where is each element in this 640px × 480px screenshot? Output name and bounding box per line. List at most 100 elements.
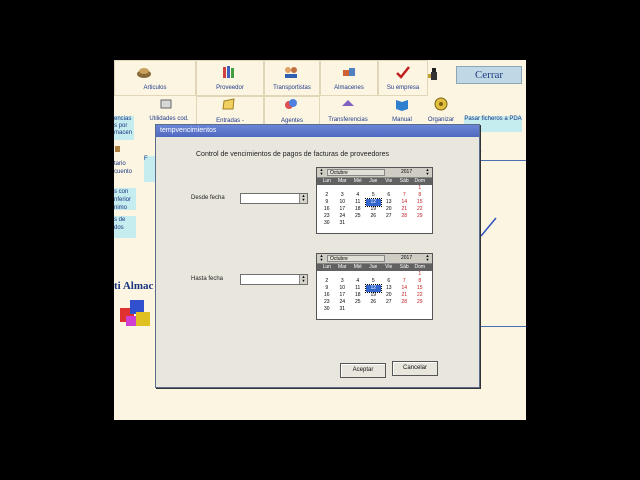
day-cell[interactable]: 2 <box>319 278 335 285</box>
tile-su-empresa[interactable]: Su empresa <box>378 60 428 96</box>
year-value: 2017 <box>401 255 413 261</box>
tile-articulos[interactable]: Articulos <box>114 60 196 96</box>
utilidades-icon <box>160 99 172 109</box>
day-cell[interactable]: 1 <box>412 271 428 278</box>
tile-proveedor[interactable]: Proveedor <box>196 60 264 96</box>
left-item-1[interactable]: encias s por macen <box>114 116 134 140</box>
day-cell[interactable]: 22 <box>412 206 428 213</box>
hasta-date-field[interactable]: ▲ ▼ <box>240 274 308 285</box>
hasta-calendar[interactable]: ▲ ▼ Octubre 2017 ▲ ▼ Lun Mar Mié Jue Vie Sáb Dom 1 2 3 4… <box>316 253 433 320</box>
day-cell[interactable]: 21 <box>397 292 413 299</box>
day-cell[interactable]: 19 <box>366 292 382 299</box>
day-cell[interactable]: 17 <box>335 206 351 213</box>
day-cell[interactable]: 11 <box>350 285 366 292</box>
desde-calendar[interactable]: ▲ ▼ Octubre 2017 ▲ ▼ Lun Mar Mié Jue Vie Sáb Dom 1 2 3 4… <box>316 167 433 234</box>
day-cell[interactable]: 9 <box>319 285 335 292</box>
day-cell[interactable]: 30 <box>319 306 335 313</box>
day-cell[interactable]: 15 <box>412 199 428 206</box>
left-item-4[interactable]: s de dos <box>114 216 136 238</box>
day-cell[interactable]: 8 <box>412 278 428 285</box>
day-cell[interactable]: 17 <box>335 292 351 299</box>
day-cell[interactable]: 13 <box>381 199 397 206</box>
day-cell[interactable]: 1 <box>412 185 428 192</box>
day-cell[interactable]: 25 <box>350 299 366 306</box>
day-cell[interactable]: 16 <box>319 206 335 213</box>
left-item-3-line-1: s con <box>114 189 129 195</box>
desde-date-field[interactable]: ▲ ▼ <box>240 193 308 204</box>
day-cell[interactable]: 7 <box>397 278 413 285</box>
day-cell[interactable]: 23 <box>319 213 335 220</box>
day-cell[interactable]: 23 <box>319 299 335 306</box>
year-spinner-icon[interactable]: ▲ ▼ <box>424 254 431 263</box>
day-cell[interactable]: 28 <box>397 213 413 220</box>
day-cell[interactable]: 6 <box>381 278 397 285</box>
day-cell[interactable]: 29 <box>412 299 428 306</box>
aceptar-button[interactable]: Aceptar <box>340 363 386 378</box>
day-cell[interactable]: 24 <box>335 213 351 220</box>
day-cell[interactable]: 22 <box>412 292 428 299</box>
day-cell[interactable]: 26 <box>366 299 382 306</box>
tile-almacenes[interactable]: Almacenes <box>320 60 378 96</box>
day-cell[interactable]: 8 <box>412 192 428 199</box>
day-cell[interactable]: 27 <box>381 213 397 220</box>
day-cell[interactable]: 3 <box>335 192 351 199</box>
day-cell[interactable]: 4 <box>350 278 366 285</box>
left-item-3[interactable]: s con nferior nimo <box>114 188 136 211</box>
day-cell[interactable]: 14 <box>397 285 413 292</box>
day-cell[interactable]: 29 <box>412 213 428 220</box>
prev-month-icon[interactable]: ▲ ▼ <box>318 254 325 263</box>
selected-day[interactable]: 12 <box>364 284 382 293</box>
day-cell[interactable]: 13 <box>381 285 397 292</box>
day-cell[interactable]: 5 <box>366 192 382 199</box>
day-cell[interactable]: 18 <box>350 292 366 299</box>
day-cell[interactable]: 4 <box>350 192 366 199</box>
day-cell[interactable]: 16 <box>319 292 335 299</box>
tile-transferencias[interactable]: Transferencias <box>320 96 376 126</box>
selected-day[interactable]: 12 <box>364 198 382 207</box>
day-cell[interactable]: 31 <box>335 306 351 313</box>
person-icon[interactable] <box>426 66 442 82</box>
day-cell[interactable]: 10 <box>335 285 351 292</box>
entradas-icon <box>222 98 235 110</box>
day-cell[interactable]: 21 <box>397 206 413 213</box>
tile-utilidades[interactable]: Utilidades cod. <box>144 96 194 126</box>
day-cell[interactable]: 2 <box>319 192 335 199</box>
month-select[interactable]: Octubre <box>327 255 385 262</box>
day-cell[interactable]: 18 <box>350 206 366 213</box>
month-select[interactable]: Octubre <box>327 169 385 176</box>
cerrar-button[interactable]: Cerrar <box>456 66 522 84</box>
day-cell[interactable]: 20 <box>381 206 397 213</box>
tile-manual[interactable]: Manual <box>378 96 426 126</box>
left-item-2-icon <box>115 146 120 152</box>
dialog-titlebar[interactable]: tempvencimientos <box>156 125 479 137</box>
day-cell[interactable]: 15 <box>412 285 428 292</box>
hasta-spinner-icon[interactable]: ▲ ▼ <box>299 275 307 284</box>
day-cell[interactable]: 5 <box>366 278 382 285</box>
day-cell[interactable]: 10 <box>335 199 351 206</box>
day-cell[interactable]: 11 <box>350 199 366 206</box>
day-cell[interactable]: 25 <box>350 213 366 220</box>
day-cell[interactable]: 7 <box>397 192 413 199</box>
tile-organizar[interactable]: Organizar <box>424 96 458 126</box>
day-cell[interactable]: 9 <box>319 199 335 206</box>
day-cell[interactable]: 27 <box>381 299 397 306</box>
left-item-4-line-2: dos <box>114 225 124 231</box>
prev-month-icon[interactable]: ▲ ▼ <box>318 168 325 177</box>
day-cell[interactable]: 6 <box>381 192 397 199</box>
day-cell[interactable]: 31 <box>335 220 351 227</box>
tile-transportistas[interactable]: Transportistas <box>264 60 320 96</box>
day-cell[interactable]: 3 <box>335 278 351 285</box>
year-spinner-icon[interactable]: ▲ ▼ <box>424 168 431 177</box>
day-cell[interactable]: 30 <box>319 220 335 227</box>
day-cell[interactable]: 19 <box>366 206 382 213</box>
desde-spinner-icon[interactable]: ▲ ▼ <box>299 194 307 203</box>
year-value: 2017 <box>401 169 413 175</box>
day-cell[interactable]: 20 <box>381 292 397 299</box>
day-cell[interactable]: 14 <box>397 199 413 206</box>
day-cell[interactable]: 28 <box>397 299 413 306</box>
left-item-2[interactable]: tario cuento <box>114 160 136 176</box>
day-cell[interactable]: 26 <box>366 213 382 220</box>
day-cell[interactable]: 24 <box>335 299 351 306</box>
empty-day <box>381 271 397 278</box>
cancelar-button[interactable]: Cancelar <box>392 361 438 376</box>
